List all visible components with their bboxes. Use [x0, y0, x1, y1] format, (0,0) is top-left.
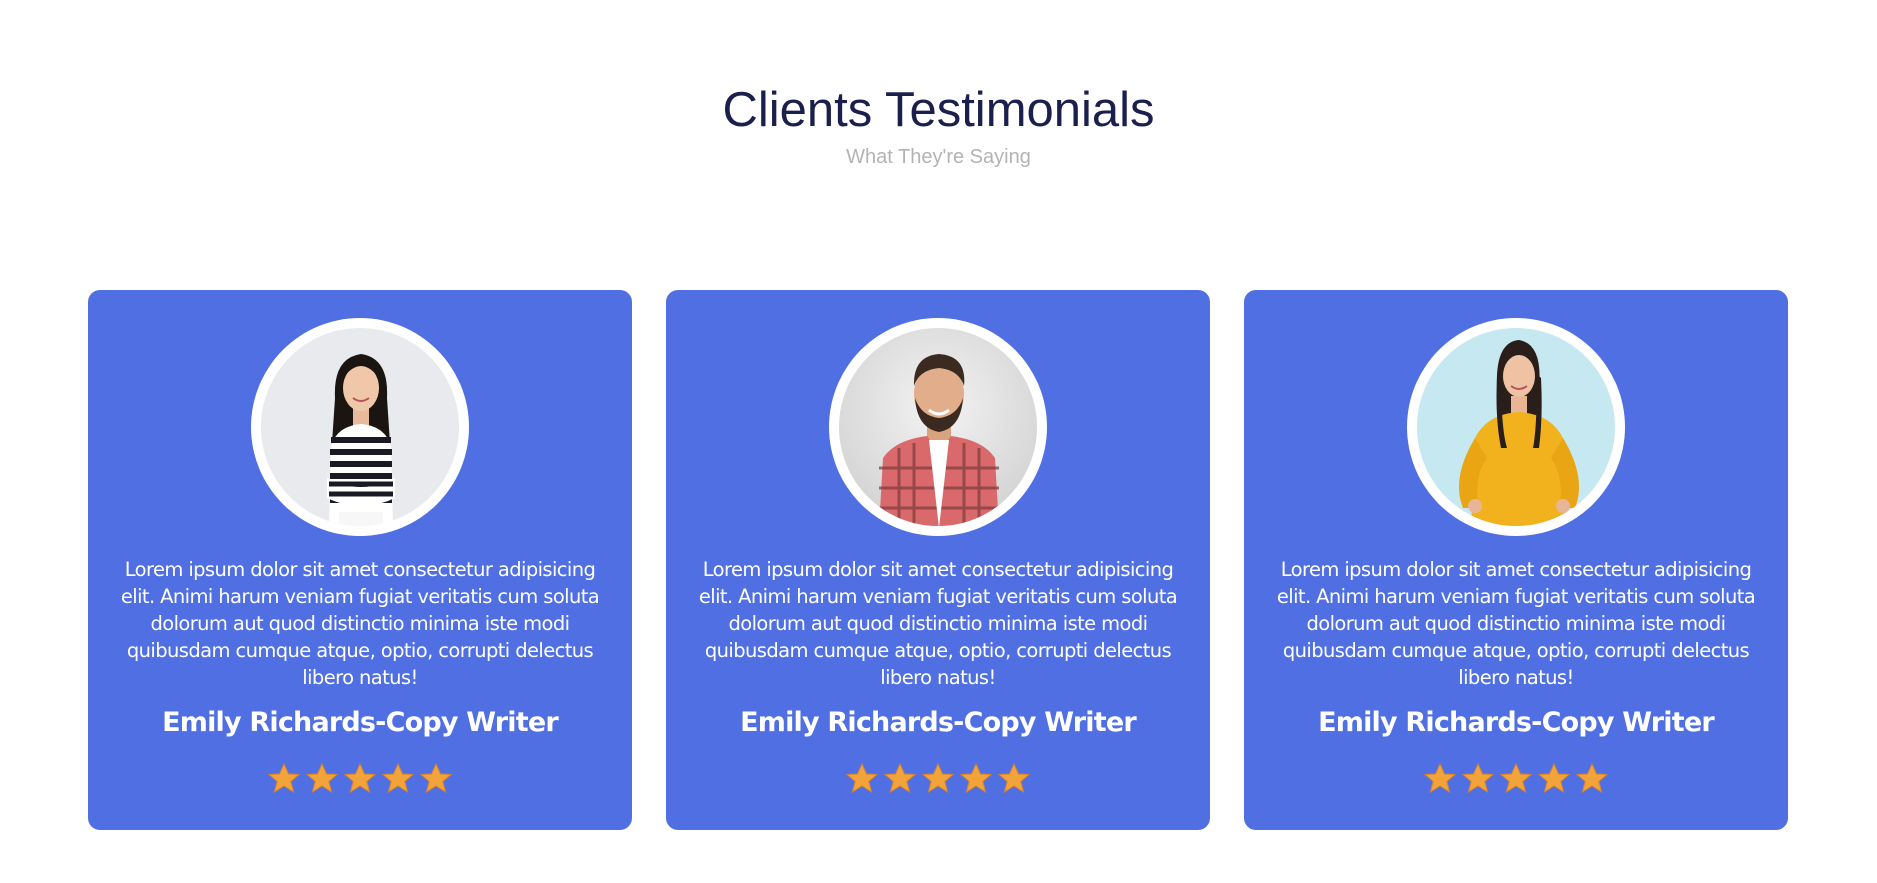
testimonial-author: Emily Richards-Copy Writer	[162, 707, 559, 738]
star-icon	[381, 762, 415, 794]
star-rating	[1244, 762, 1788, 802]
star-rating	[88, 762, 632, 802]
star-icon	[997, 762, 1031, 794]
avatar	[1407, 318, 1625, 536]
star-icon	[883, 762, 917, 794]
star-icon	[305, 762, 339, 794]
testimonial-card: Lorem ipsum dolor sit amet consectetur a…	[666, 290, 1210, 830]
star-rating	[666, 762, 1210, 802]
testimonial-author: Emily Richards-Copy Writer	[1318, 707, 1715, 738]
star-icon	[845, 762, 879, 794]
section-subtitle: What They're Saying	[846, 146, 1031, 168]
testimonial-quote: Lorem ipsum dolor sit amet consectetur a…	[1276, 558, 1756, 689]
star-icon	[419, 762, 453, 794]
star-icon	[1575, 762, 1609, 794]
star-icon	[267, 762, 301, 794]
testimonial-quote: Lorem ipsum dolor sit amet consectetur a…	[120, 558, 600, 689]
star-icon	[959, 762, 993, 794]
star-icon	[921, 762, 955, 794]
testimonial-card: Lorem ipsum dolor sit amet consectetur a…	[88, 290, 632, 830]
star-icon	[1537, 762, 1571, 794]
testimonial-card: Lorem ipsum dolor sit amet consectetur a…	[1244, 290, 1788, 830]
avatar	[829, 318, 1047, 536]
star-icon	[343, 762, 377, 794]
star-icon	[1499, 762, 1533, 794]
star-icon	[1423, 762, 1457, 794]
star-icon	[1461, 762, 1495, 794]
woman-yellow-sweater-photo	[1417, 328, 1615, 526]
testimonial-author: Emily Richards-Copy Writer	[740, 707, 1137, 738]
man-plaid-shirt-photo	[839, 328, 1037, 526]
avatar	[251, 318, 469, 536]
woman-striped-shirt-photo	[261, 328, 459, 526]
section-title: Clients Testimonials	[722, 83, 1155, 137]
testimonial-quote: Lorem ipsum dolor sit amet consectetur a…	[698, 558, 1178, 689]
